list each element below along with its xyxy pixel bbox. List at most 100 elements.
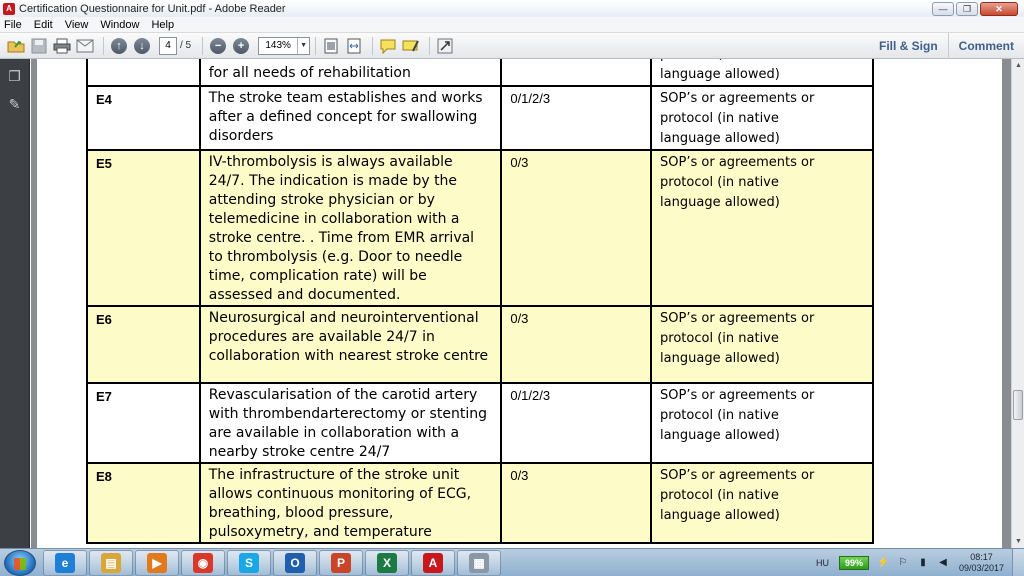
chrome-icon: ◉ — [193, 553, 213, 573]
row-description-cell: IV-thrombolysis is always available 24/7… — [198, 149, 503, 307]
toolbar-separator — [315, 36, 317, 55]
taskbar-app-acrobat[interactable]: A — [411, 550, 455, 576]
row-evidence-cell: SOP’s or agreements or protocol (in nati… — [650, 462, 874, 544]
window-title: Certification Questionnaire for Unit.pdf… — [19, 2, 286, 15]
taskbar-app-skype[interactable]: S — [227, 550, 271, 576]
menu-file[interactable]: File — [4, 19, 22, 31]
close-button[interactable]: ✕ — [980, 1, 1018, 16]
row-evidence: SOP’s or agreements or protocol (in nati… — [660, 91, 815, 146]
row-code: E5 — [96, 156, 112, 171]
row-description-cell: Revascularisation of the carotid artery … — [198, 382, 503, 464]
menu-bar: File Edit View Window Help — [0, 17, 1024, 33]
row-description: for all needs of rehabilitation — [208, 65, 411, 81]
next-page-icon[interactable]: ↓ — [132, 36, 152, 56]
expand-icon[interactable] — [435, 36, 455, 56]
description-cell: for all needs of rehabilitation — [198, 59, 503, 87]
taskbar-app-outlook[interactable]: O — [273, 550, 317, 576]
taskbar-app-excel[interactable]: X — [365, 550, 409, 576]
open-folder-icon[interactable] — [6, 36, 26, 56]
attachments-icon[interactable]: ✎ — [6, 95, 24, 113]
row-evidence: SOP’s or agreements or protocol (in nati… — [660, 468, 815, 523]
row-code: E6 — [96, 312, 112, 327]
minimize-button[interactable]: — — [932, 1, 954, 16]
start-button[interactable] — [4, 550, 36, 576]
clock-date: 09/03/2017 — [958, 563, 1004, 573]
table-row: for all needs of rehabilitation protocol… — [86, 59, 874, 87]
scroll-down-icon[interactable]: ▼ — [1012, 535, 1024, 548]
skype-icon: S — [239, 553, 259, 573]
taskbar-app-file-explorer[interactable]: ▤ — [89, 550, 133, 576]
row-description-cell: Neurosurgical and neurointerventional pr… — [198, 305, 503, 384]
restore-button[interactable]: ❐ — [956, 1, 978, 16]
network-icon[interactable]: ▮ — [917, 557, 929, 569]
taskbar-app-media-player[interactable]: ▶ — [135, 550, 179, 576]
taskbar-app-document-viewer[interactable]: ▦ — [457, 550, 501, 576]
zoom-select[interactable]: 143% ▼ — [258, 36, 311, 55]
row-code-cell: E5 — [86, 149, 201, 307]
comment-button[interactable]: Comment — [947, 33, 1024, 59]
pdf-page: for all needs of rehabilitation protocol… — [37, 59, 1002, 548]
row-code-cell: E4 — [86, 85, 201, 151]
row-code: E4 — [96, 92, 112, 107]
taskbar-app-internet-explorer[interactable]: e — [43, 550, 87, 576]
highlight-text-icon[interactable] — [401, 36, 421, 56]
document-area[interactable]: for all needs of rehabilitation protocol… — [31, 59, 1011, 548]
row-description: IV-thrombolysis is always available 24/7… — [208, 154, 475, 303]
table-row-e4: E4 The stroke team establishes and works … — [86, 85, 874, 151]
acrobat-icon: A — [423, 553, 443, 573]
menu-help[interactable]: Help — [151, 19, 174, 31]
row-score: 0/1/2/3 — [510, 388, 551, 403]
code-cell — [86, 59, 201, 87]
fit-page-icon[interactable] — [321, 36, 341, 56]
print-icon[interactable] — [52, 36, 72, 56]
language-indicator[interactable]: HU — [816, 558, 829, 568]
scroll-up-icon[interactable]: ▲ — [1012, 59, 1024, 72]
table-row-e5: E5 IV-thrombolysis is always available 24… — [86, 149, 874, 307]
page-thumbnails-icon[interactable]: ❐ — [6, 67, 24, 85]
chevron-down-icon[interactable]: ▼ — [297, 37, 309, 54]
navigation-pane: ❐ ✎ — [0, 59, 30, 548]
fit-width-icon[interactable] — [344, 36, 364, 56]
row-evidence: SOP’s or agreements or protocol (in nati… — [660, 155, 815, 210]
questionnaire-table: for all needs of rehabilitation protocol… — [86, 59, 874, 544]
row-score-cell: 0/3 — [500, 462, 653, 544]
row-description: The stroke team establishes and works af… — [208, 90, 483, 144]
row-evidence-cell: SOP’s or agreements or protocol (in nati… — [650, 305, 874, 384]
toolbar-separator — [372, 36, 374, 55]
menu-view[interactable]: View — [65, 19, 89, 31]
taskbar-app-chrome[interactable]: ◉ — [181, 550, 225, 576]
row-evidence: protocol (in native language allowed) — [660, 59, 780, 82]
power-icon[interactable]: ⚡ — [877, 557, 889, 569]
row-score: 0/3 — [510, 311, 529, 326]
save-icon[interactable] — [29, 36, 49, 56]
toolbar-separator — [103, 36, 104, 55]
clock[interactable]: 08:17 09/03/2017 — [959, 552, 1004, 574]
menu-window[interactable]: Window — [100, 19, 139, 31]
table-row-e6: E6 Neurosurgical and neurointerventional … — [86, 305, 874, 384]
taskbar-app-powerpoint[interactable]: P — [319, 550, 363, 576]
row-code-cell: E6 — [86, 305, 201, 384]
show-desktop-button[interactable] — [1012, 549, 1024, 576]
windows-logo-icon — [14, 558, 26, 570]
sticky-note-icon[interactable] — [378, 36, 398, 56]
notification-icon[interactable]: ⚐ — [897, 557, 909, 569]
previous-page-icon[interactable]: ↑ — [109, 36, 129, 56]
zoom-out-icon[interactable]: − — [208, 36, 228, 56]
menu-edit[interactable]: Edit — [34, 19, 53, 31]
scroll-thumb[interactable] — [1013, 390, 1023, 420]
fill-sign-button[interactable]: Fill & Sign — [869, 33, 948, 59]
row-score: 0/3 — [510, 468, 529, 483]
row-description: Revascularisation of the carotid artery … — [208, 387, 487, 460]
media-player-icon: ▶ — [147, 553, 167, 573]
email-icon[interactable] — [75, 36, 95, 56]
battery-indicator[interactable]: 99% — [838, 556, 869, 570]
row-evidence-cell: SOP’s or agreements or protocol (in nati… — [650, 149, 874, 307]
volume-icon[interactable]: ◀ — [937, 557, 949, 569]
clock-time: 08:17 — [970, 552, 993, 562]
row-code: E7 — [96, 389, 112, 404]
row-code: E8 — [96, 469, 112, 484]
file-explorer-icon: ▤ — [101, 553, 121, 573]
page-number-input[interactable]: 4 — [159, 36, 177, 55]
zoom-in-icon[interactable]: + — [231, 36, 251, 56]
vertical-scrollbar[interactable]: ▲ ▼ — [1011, 59, 1024, 548]
